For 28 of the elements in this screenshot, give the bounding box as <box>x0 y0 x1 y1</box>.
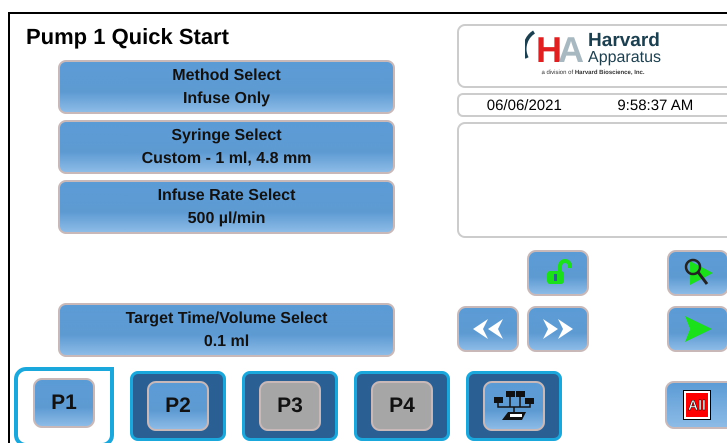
logo-mark: HA <box>536 32 580 68</box>
play-icon <box>682 314 714 344</box>
tab-label: P2 <box>165 394 191 418</box>
search-button[interactable] <box>667 250 727 296</box>
play-button[interactable] <box>667 306 727 352</box>
unlock-button[interactable] <box>527 250 589 296</box>
tab-label: P4 <box>389 394 415 418</box>
logo-subname: Apparatus <box>588 50 661 66</box>
pump-tab[interactable]: P2 <box>130 371 226 441</box>
logo-name: Harvard <box>588 32 661 50</box>
screen-title: Pump 1 Quick Start <box>26 24 230 51</box>
setting-button[interactable]: Infuse Rate Select 500 µl/min <box>58 180 395 234</box>
fast-forward-icon <box>541 317 575 341</box>
target-button[interactable]: Target Time/Volume Select 0.1 ml <box>58 303 395 357</box>
rewind-icon <box>471 317 505 341</box>
setting-button[interactable]: Syringe Select Custom - 1 ml, 4.8 mm <box>58 120 395 174</box>
forward-button[interactable] <box>527 306 589 352</box>
time-text: 9:58:37 AM <box>617 96 694 114</box>
date-text: 06/06/2021 <box>486 96 562 114</box>
arc-icon <box>525 30 536 60</box>
network-icon <box>492 389 536 423</box>
tab-label: P1 <box>51 391 77 415</box>
tab-label: P3 <box>277 394 303 418</box>
rewind-button[interactable] <box>457 306 519 352</box>
setting-button[interactable]: Method Select Infuse Only <box>58 60 395 114</box>
pump-tab[interactable]: P1 <box>14 367 114 443</box>
all-button[interactable]: All <box>665 381 727 429</box>
pump-tab[interactable] <box>466 371 562 441</box>
